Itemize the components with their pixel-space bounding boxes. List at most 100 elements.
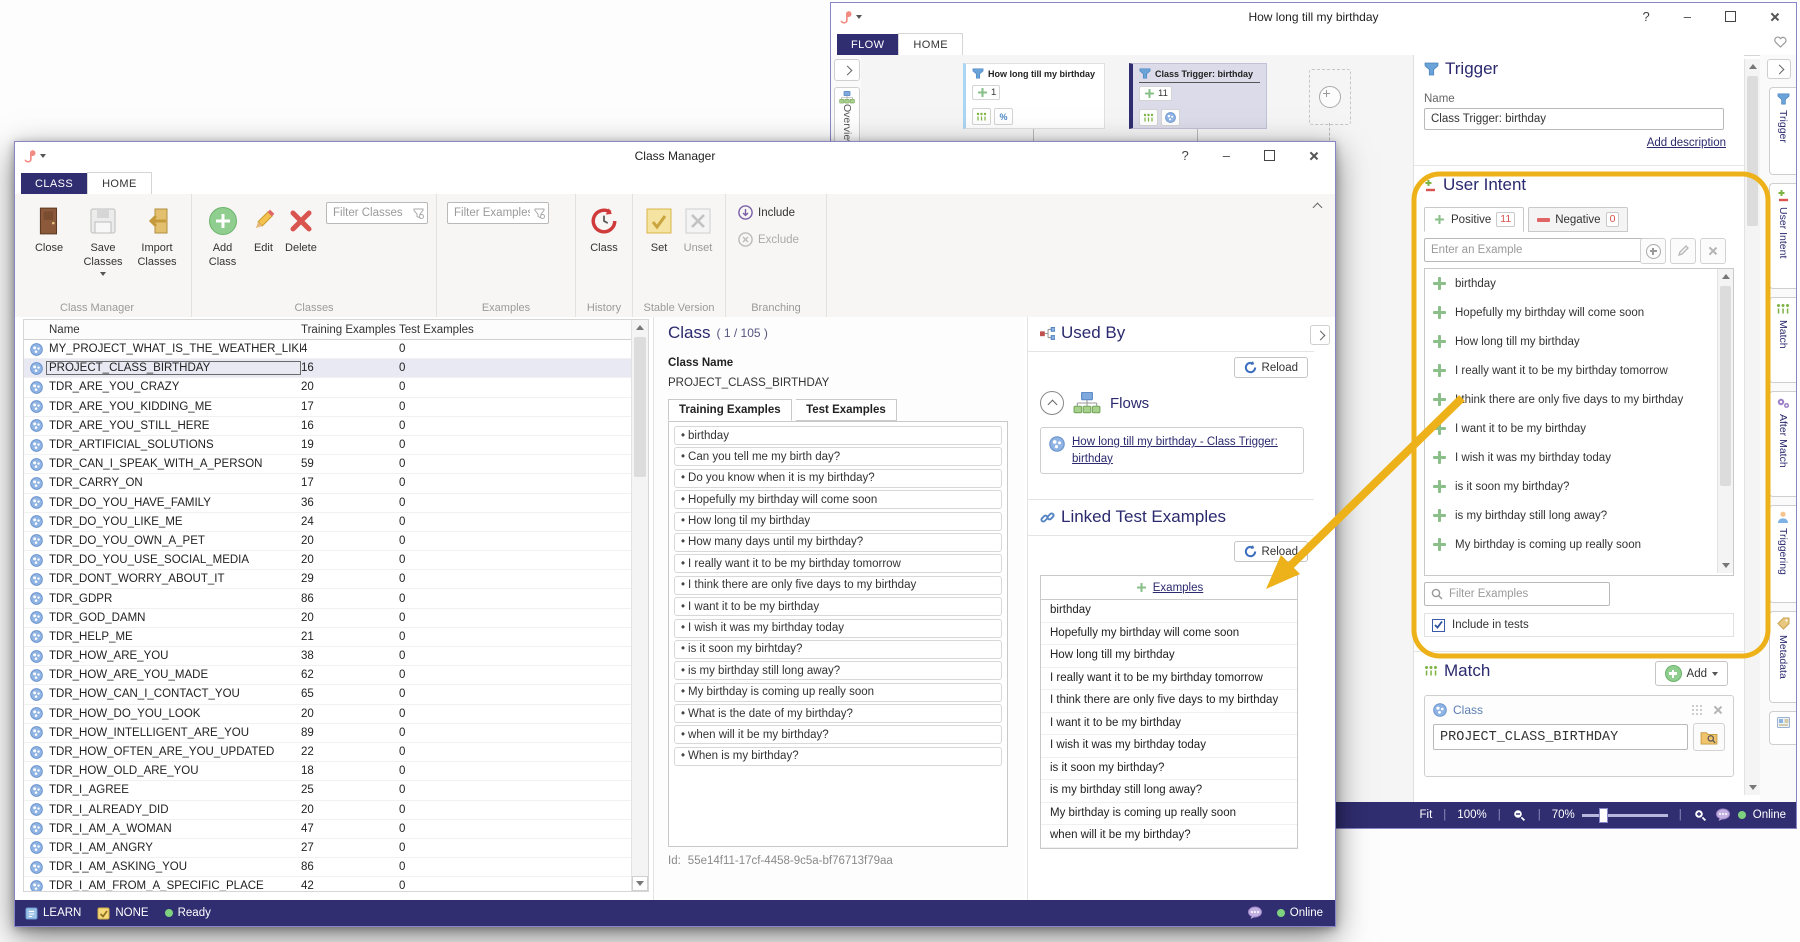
linked-test-example-item[interactable]: I think there are only five days to my b…	[1041, 690, 1297, 713]
sidetab-metadata[interactable]: Metadata	[1769, 611, 1796, 703]
include-in-tests-row[interactable]: Include in tests	[1424, 613, 1734, 637]
collapse-ribbon-icon[interactable]	[1313, 203, 1323, 213]
app-logo[interactable]	[15, 148, 46, 163]
positive-example-item[interactable]: I wish it was my birthday today	[1425, 443, 1733, 472]
training-example-item[interactable]: is it soon my birhtday?	[674, 640, 1002, 659]
panel-expand-button[interactable]	[1767, 59, 1791, 79]
tab-class[interactable]: CLASS	[21, 173, 87, 194]
training-example-item[interactable]: I really want it to be my birthday tomor…	[674, 554, 1002, 573]
class-table-row[interactable]: TDR_DO_YOU_LIKE_ME 24 0	[24, 513, 632, 532]
add-class-button[interactable]: Add Class	[200, 198, 245, 270]
class-table-row[interactable]: MY_PROJECT_WHAT_IS_THE_WEATHER_LIKE? 4 0	[24, 340, 632, 359]
filter-clear-icon[interactable]	[534, 208, 545, 219]
class-table-row[interactable]: TDR_GOD_DAMN 20 0	[24, 609, 632, 628]
sidetab-after-match[interactable]: After Match	[1769, 391, 1796, 497]
class-table-row[interactable]: TDR_HOW_OLD_ARE_YOU 18 0	[24, 762, 632, 781]
training-example-item[interactable]: When is my birthday?	[674, 747, 1002, 766]
panel-expand-button[interactable]	[1310, 325, 1330, 345]
panel-scrollbar[interactable]	[1744, 59, 1760, 795]
class-table-row[interactable]: TDR_ARE_YOU_CRAZY 20 0	[24, 378, 632, 397]
minimize-button[interactable]: –	[1223, 148, 1230, 163]
none-status[interactable]: NONE	[97, 907, 148, 920]
class-table-row[interactable]: TDR_HELP_ME 21 0	[24, 628, 632, 647]
class-table-row[interactable]: TDR_ARTIFICIAL_SOLUTIONS 19 0	[24, 436, 632, 455]
linked-test-example-item[interactable]: when will it be my birthday?	[1041, 825, 1297, 848]
close-window-button[interactable]	[1770, 12, 1780, 22]
examples-scrollbar[interactable]	[1717, 269, 1733, 573]
linked-test-example-item[interactable]: is it soon my birthday?	[1041, 758, 1297, 781]
linked-test-example-item[interactable]: I really want it to be my birthday tomor…	[1041, 668, 1297, 691]
class-table-row[interactable]: TDR_HOW_CAN_I_CONTACT_YOU 65 0	[24, 685, 632, 704]
flow-link[interactable]: How long till my birthday - Class Trigge…	[1072, 434, 1295, 467]
training-example-item[interactable]: Do you know when it is my birthday?	[674, 469, 1002, 488]
linked-test-example-item[interactable]: How long till my birthday	[1041, 645, 1297, 668]
learn-status[interactable]: LEARN	[25, 907, 81, 920]
training-example-item[interactable]: birthday	[674, 426, 1002, 445]
app-logo[interactable]	[831, 9, 862, 24]
positive-example-item[interactable]: Hopefully my birthday will come soon	[1425, 298, 1733, 327]
filter-examples-input[interactable]	[1424, 582, 1610, 606]
training-example-item[interactable]: I want it to be my birthday	[674, 597, 1002, 616]
class-table-row[interactable]: TDR_HOW_ARE_YOU 38 0	[24, 647, 632, 666]
delete-example-button[interactable]	[1700, 238, 1726, 264]
training-example-item[interactable]: How long til my birthday	[674, 512, 1002, 531]
save-classes-button[interactable]: Save Classes	[77, 198, 129, 276]
tab-flow[interactable]: FLOW	[837, 34, 898, 55]
class-table-row[interactable]: TDR_DO_YOU_OWN_A_PET 20 0	[24, 532, 632, 551]
class-table-row[interactable]: TDR_HOW_OFTEN_ARE_YOU_UPDATED 22 0	[24, 743, 632, 762]
linked-test-example-item[interactable]: My birthday is coming up really soon	[1041, 803, 1297, 826]
linked-test-example-item[interactable]: I want it to be my birthday	[1041, 713, 1297, 736]
edit-button[interactable]: Edit	[247, 198, 280, 256]
class-table-row[interactable]: TDR_HOW_INTELLIGENT_ARE_YOU 89 0	[24, 724, 632, 743]
class-table-row[interactable]: TDR_ARE_YOU_STILL_HERE 16 0	[24, 417, 632, 436]
tab-negative[interactable]: Negative 0	[1528, 207, 1628, 232]
fit-button[interactable]: Fit	[1420, 809, 1433, 821]
add-example-button[interactable]	[1640, 238, 1666, 264]
training-example-item[interactable]: when will it be my birthday?	[674, 725, 1002, 744]
tab-home[interactable]: HOME	[898, 33, 963, 56]
maximize-button[interactable]	[1725, 11, 1736, 22]
class-table-row[interactable]: TDR_ARE_YOU_KIDDING_ME 17 0	[24, 398, 632, 417]
class-table-row[interactable]: TDR_DO_YOU_USE_SOCIAL_MEDIA 20 0	[24, 551, 632, 570]
collapse-flows-button[interactable]	[1040, 391, 1064, 415]
maximize-button[interactable]	[1264, 150, 1275, 161]
class-table-row[interactable]: TDR_I_AM_ASKING_YOU 86 0	[24, 858, 632, 877]
unset-button[interactable]: Unset	[679, 198, 717, 256]
class-table-row[interactable]: TDR_I_AM_FROM_A_SPECIFIC_PLACE 42 0	[24, 877, 632, 892]
linked-test-example-item[interactable]: I wish it was my birthday today	[1041, 735, 1297, 758]
match-add-button[interactable]: Add	[1655, 661, 1728, 686]
training-example-item[interactable]: Can you tell me my birth day?	[674, 447, 1002, 466]
zoom-out-icon[interactable]	[1512, 808, 1527, 822]
flow-node-how-long[interactable]: How long till my birthday 1 %	[963, 63, 1105, 129]
class-table-row[interactable]: TDR_DONT_WORRY_ABOUT_IT 29 0	[24, 570, 632, 589]
sidetab-partial[interactable]	[1769, 711, 1796, 745]
overview-expand-button[interactable]	[834, 59, 860, 81]
drag-handle-icon[interactable]	[1691, 704, 1703, 716]
examples-link[interactable]: Examples	[1153, 582, 1204, 594]
table-scrollbar[interactable]	[631, 320, 648, 891]
class-table-row[interactable]: TDR_HOW_ARE_YOU_MADE 62 0	[24, 666, 632, 685]
enter-example-input[interactable]	[1424, 238, 1646, 262]
remove-match-button[interactable]	[1713, 705, 1723, 715]
class-table-row[interactable]: PROJECT_CLASS_BIRTHDAY 16 0	[24, 359, 632, 378]
exclude-button[interactable]: Exclude	[734, 229, 803, 250]
class-table-row[interactable]: TDR_I_AM_ANGRY 27 0	[24, 839, 632, 858]
linked-test-example-item[interactable]: Hopefully my birthday will come soon	[1041, 623, 1297, 646]
used-by-reload-button[interactable]: Reload	[1234, 357, 1308, 378]
linked-test-example-item[interactable]: is my birthday still long away?	[1041, 780, 1297, 803]
help-button[interactable]: ?	[1182, 148, 1189, 163]
include-button[interactable]: Include	[734, 202, 799, 223]
positive-example-item[interactable]: is it soon my birthday?	[1425, 472, 1733, 501]
class-table-row[interactable]: TDR_HOW_DO_YOU_LOOK 20 0	[24, 705, 632, 724]
minimize-button[interactable]: –	[1684, 9, 1691, 24]
positive-example-item[interactable]: I want it to be my birthday	[1425, 414, 1733, 443]
training-example-item[interactable]: Hopefully my birthday will come soon	[674, 490, 1002, 509]
training-example-item[interactable]: How many days until my birthday?	[674, 533, 1002, 552]
help-button[interactable]: ?	[1643, 9, 1650, 24]
trigger-name-input[interactable]	[1424, 108, 1724, 130]
training-example-item[interactable]: is my birthday still long away?	[674, 661, 1002, 680]
tab-home[interactable]: HOME	[87, 172, 152, 195]
zoom-100-button[interactable]: 100%	[1457, 809, 1486, 821]
chat-icon[interactable]	[1247, 906, 1263, 920]
zoom-slider[interactable]	[1582, 814, 1668, 817]
